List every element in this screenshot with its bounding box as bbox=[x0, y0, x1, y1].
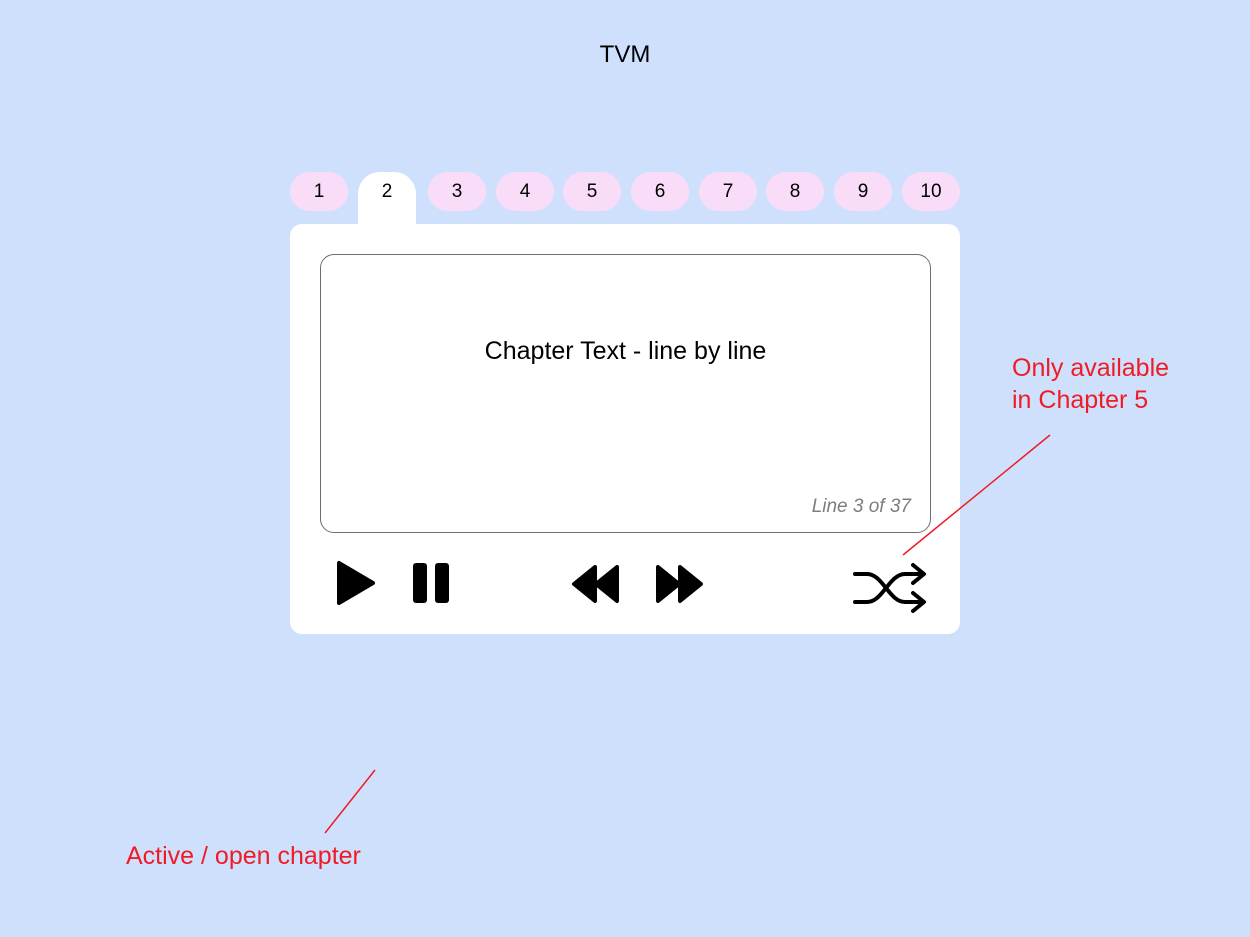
play-button[interactable] bbox=[336, 560, 376, 606]
fast-forward-icon bbox=[656, 565, 703, 603]
tab-chapter-6[interactable]: 6 bbox=[631, 172, 689, 211]
chapter-text: Chapter Text - line by line bbox=[484, 337, 767, 365]
pause-button[interactable] bbox=[412, 562, 452, 604]
shuffle-note-line-2: in Chapter 5 bbox=[1012, 386, 1149, 414]
player-panel: Chapter Text - line by line Line 3 of 37 bbox=[290, 224, 960, 634]
shuffle-note-line-1: Only available bbox=[1012, 354, 1170, 382]
tab-chapter-7[interactable]: 7 bbox=[699, 172, 757, 211]
tab-chapter-2[interactable]: 2 bbox=[358, 172, 416, 234]
play-icon bbox=[337, 561, 375, 605]
tab-chapter-1[interactable]: 1 bbox=[290, 172, 348, 211]
active-tab-annotation-line bbox=[324, 769, 376, 834]
app-title: TVM bbox=[599, 41, 651, 68]
tab-chapter-8[interactable]: 8 bbox=[766, 172, 824, 211]
shuffle-availability-note: Only available in Chapter 5 bbox=[1012, 352, 1169, 416]
tab-chapter-4[interactable]: 4 bbox=[496, 172, 554, 211]
active-chapter-note: Active / open chapter bbox=[126, 842, 361, 870]
fast-forward-button[interactable] bbox=[654, 564, 704, 604]
tab-chapter-3[interactable]: 3 bbox=[428, 172, 486, 211]
pause-icon bbox=[413, 563, 449, 603]
shuffle-icon bbox=[853, 563, 926, 613]
chapter-text-panel: Chapter Text - line by line Line 3 of 37 bbox=[320, 254, 931, 533]
line-counter: Line 3 of 37 bbox=[811, 496, 911, 517]
rewind-icon bbox=[572, 565, 619, 603]
tab-chapter-9[interactable]: 9 bbox=[834, 172, 892, 211]
tab-chapter-10[interactable]: 10 bbox=[902, 172, 960, 211]
shuffle-button[interactable] bbox=[853, 562, 929, 614]
rewind-button[interactable] bbox=[571, 564, 621, 604]
tab-chapter-5[interactable]: 5 bbox=[563, 172, 621, 211]
